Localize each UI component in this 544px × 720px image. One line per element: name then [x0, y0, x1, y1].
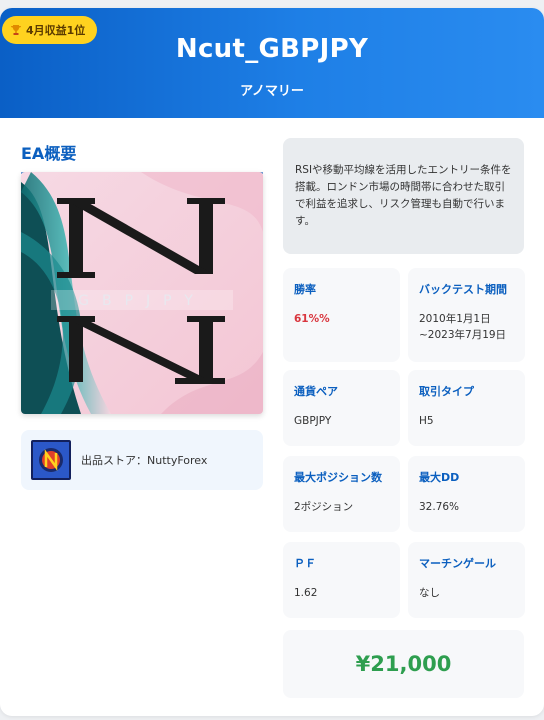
stat-label: マーチンゲール	[419, 557, 496, 570]
stat-martingale: マーチンゲール なし	[408, 542, 525, 618]
stat-backtest-period: バックテスト期間 2010年1月1日 ~2023年7月19日	[408, 268, 525, 362]
ea-image-text: GBPJPY	[78, 293, 206, 309]
stat-label: 最大ポジション数	[294, 471, 382, 484]
ea-title: Ncut_GBPJPY	[175, 34, 369, 64]
stat-value: H5	[419, 415, 434, 427]
stat-value-line: ~2023年7月19日	[419, 329, 507, 341]
store-link[interactable]: 出品ストア：NuttyForex	[21, 430, 263, 490]
stat-label: 最大DD	[419, 471, 460, 484]
section-title-overview: EA概要	[21, 140, 263, 174]
ea-subtitle: アノマリー	[240, 84, 304, 99]
stat-label: 取引タイプ	[419, 385, 474, 398]
stat-value: 1.62	[294, 587, 318, 599]
stat-trade-type: 取引タイプ H5	[408, 370, 525, 446]
stat-label: ＰＦ	[294, 557, 316, 570]
store-label: 出品ストア：NuttyForex	[81, 454, 208, 467]
stat-label: 勝率	[294, 283, 316, 296]
ea-description: RSIや移動平均線を活用したエントリー条件を搭載。ロンドン市場の時間帯に合わせた…	[283, 138, 524, 254]
store-avatar	[31, 440, 71, 480]
stat-label: 通貨ペア	[294, 385, 338, 398]
stat-win-rate: 勝率 61%%	[283, 268, 400, 362]
stat-profit-factor: ＰＦ 1.62	[283, 542, 400, 618]
stat-value: なし	[419, 587, 440, 599]
ea-logo-image: GBPJPY	[21, 172, 263, 414]
stat-label: バックテスト期間	[419, 283, 507, 296]
stat-value: 2010年1月1日 ~2023年7月19日	[419, 311, 514, 343]
stat-value: GBPJPY	[294, 415, 332, 427]
stat-value: 2ポジション	[294, 501, 354, 513]
stat-max-positions: 最大ポジション数 2ポジション	[283, 456, 400, 532]
ea-card: 4月収益1位 Ncut_GBPJPY アノマリー EA概要 GBPJPY 出品ス…	[0, 8, 544, 716]
stat-value-line: 2010年1月1日	[419, 313, 491, 325]
stat-value: 32.76%	[419, 501, 460, 513]
price: ¥21,000	[283, 630, 524, 698]
card-header: 4月収益1位 Ncut_GBPJPY アノマリー	[0, 8, 544, 118]
stat-value: 61%%	[294, 313, 330, 325]
stat-currency-pair: 通貨ペア GBPJPY	[283, 370, 400, 446]
stat-max-dd: 最大DD 32.76%	[408, 456, 525, 532]
